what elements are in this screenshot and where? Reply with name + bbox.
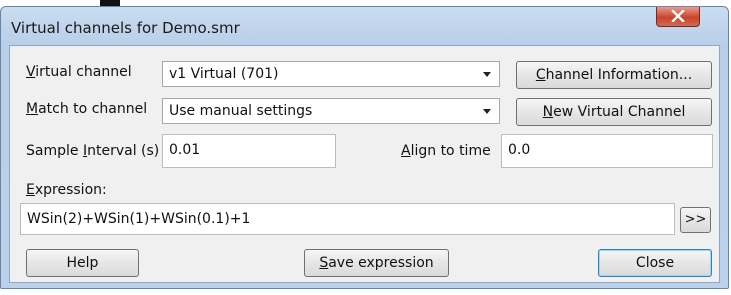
- align-time-input[interactable]: 0.0: [501, 134, 713, 168]
- close-button[interactable]: Close: [598, 249, 712, 277]
- virtual-channel-label: Virtual channel: [26, 64, 132, 80]
- dialog-client: Virtual channel v1 Virtual (701) Channel…: [9, 45, 720, 283]
- sample-interval-input[interactable]: 0.01: [162, 134, 336, 168]
- virtual-channel-select[interactable]: v1 Virtual (701): [162, 61, 500, 87]
- align-time-label: Align to time: [401, 143, 491, 159]
- match-channel-select[interactable]: Use manual settings: [162, 98, 500, 124]
- sample-interval-label: Sample Interval (s): [26, 143, 160, 159]
- insert-function-button[interactable]: >>: [680, 207, 711, 233]
- dialog-window: Virtual channels for Demo.smr Virtual ch…: [0, 6, 729, 289]
- window-close-button[interactable]: [656, 7, 700, 27]
- expression-label: Expression:: [26, 182, 107, 198]
- expression-input[interactable]: WSin(2)+WSin(1)+WSin(0.1)+1: [20, 203, 675, 235]
- close-icon: [671, 10, 685, 22]
- window-title: Virtual channels for Demo.smr: [11, 19, 240, 37]
- match-channel-label: Match to channel: [26, 101, 148, 117]
- help-button[interactable]: Help: [26, 249, 139, 277]
- save-expression-button[interactable]: Save expression: [304, 249, 449, 277]
- chevron-down-icon: [483, 109, 491, 114]
- new-virtual-channel-button[interactable]: New Virtual Channel: [516, 98, 712, 126]
- chevron-down-icon: [483, 72, 491, 77]
- match-channel-value: Use manual settings: [169, 103, 313, 119]
- channel-information-button[interactable]: Channel Information...: [516, 61, 712, 89]
- virtual-channel-value: v1 Virtual (701): [169, 66, 279, 82]
